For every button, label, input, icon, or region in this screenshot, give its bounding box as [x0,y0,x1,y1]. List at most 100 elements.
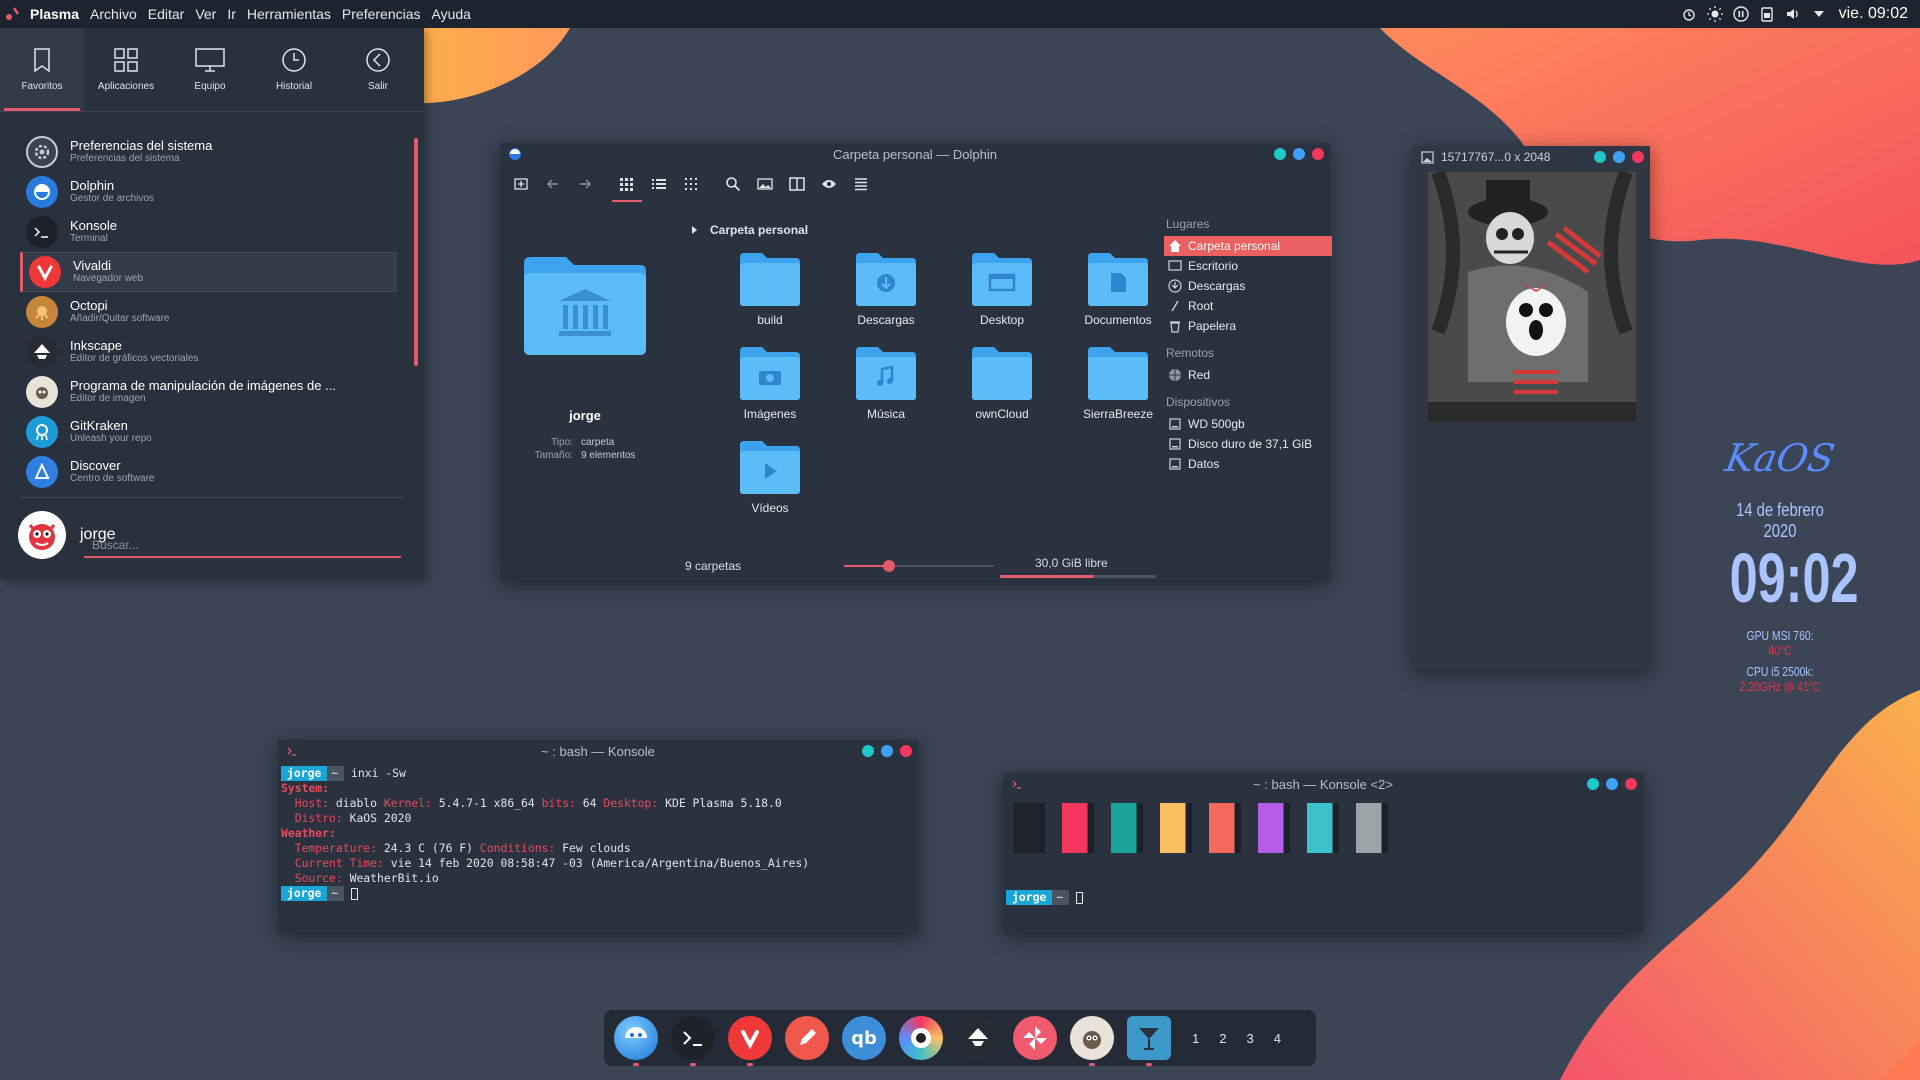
close-button[interactable] [1312,148,1324,160]
close-button[interactable] [1625,778,1637,790]
alarm-icon[interactable] [1681,6,1697,22]
maximize-button[interactable] [1613,151,1625,163]
desktop-1-button[interactable]: 1 [1192,1031,1199,1046]
folder-item[interactable]: Documentos [1060,251,1176,345]
output-value: 64 [575,796,604,810]
hamburger-menu-icon[interactable] [852,175,870,193]
vivaldi-icon[interactable] [728,1016,772,1066]
folder-item[interactable]: Descargas [828,251,944,345]
launcher-item-gitkraken[interactable]: GitKraken Unleash your repo [20,412,396,452]
launcher-item-inkscape[interactable]: Inkscape Editor de gráficos vectoriales [20,332,396,372]
zoom-slider[interactable] [844,559,994,573]
minimize-button[interactable] [1274,148,1286,160]
chevron-down-icon[interactable] [1811,6,1827,22]
icons-view-icon[interactable] [612,175,642,202]
minimize-button[interactable] [1587,778,1599,790]
preview-icon[interactable] [756,175,774,193]
device-disco[interactable]: Disco duro de 37,1 GiB [1164,434,1332,454]
breadcrumb[interactable]: Carpeta personal [690,223,808,237]
tab-equipo[interactable]: Equipo [168,28,252,111]
terminal-output[interactable]: jorge ~ [1003,886,1086,909]
compact-view-icon[interactable] [682,175,700,193]
close-button[interactable] [1632,151,1644,163]
dolphin-icon[interactable] [614,1016,658,1066]
maximize-button[interactable] [881,745,893,757]
folder-item[interactable]: SierraBreeze [1060,345,1176,439]
launcher-item-gimp[interactable]: Programa de manipulación de imágenes de … [20,372,396,412]
search-icon[interactable] [724,175,742,193]
details-view-icon[interactable] [650,175,668,193]
search-input[interactable]: Buscar... [84,538,401,558]
launcher-scrollbar[interactable] [414,138,418,366]
menu-plasma[interactable]: Plasma [30,6,79,22]
back-icon[interactable] [544,175,562,193]
split-view-icon[interactable] [788,175,806,193]
menu-ayuda[interactable]: Ayuda [432,6,471,22]
menu-ir[interactable]: Ir [227,6,236,22]
tab-favoritos[interactable]: Favoritos [0,28,84,111]
terminal-output[interactable]: jorge ~ inxi -Sw System: Host: diablo Ker… [278,762,918,905]
konsole-icon[interactable] [671,1016,715,1066]
menu-ver[interactable]: Ver [195,6,216,22]
tab-salir[interactable]: Salir [336,28,420,111]
window-titlebar[interactable]: 15717767...0 x 2048 [1413,146,1650,168]
place-root[interactable]: Root [1164,296,1332,316]
menu-preferencias[interactable]: Preferencias [342,6,421,22]
launcher-item-octopi[interactable]: Octopi Añadir/Quitar software [20,292,396,332]
minimize-button[interactable] [862,745,874,757]
close-button[interactable] [900,745,912,757]
camera-icon[interactable] [899,1016,943,1060]
tab-historial[interactable]: Historial [252,28,336,111]
plasma-logo-icon[interactable] [4,5,22,23]
folder-item[interactable]: Desktop [944,251,1060,345]
device-datos[interactable]: Datos [1164,454,1332,474]
volume-icon[interactable] [1785,6,1801,22]
place-descargas[interactable]: Descargas [1164,276,1332,296]
folder-item[interactable]: build [712,251,828,345]
place-red[interactable]: Red [1164,365,1332,385]
brightness-icon[interactable] [1706,6,1723,22]
maximize-button[interactable] [1293,148,1305,160]
desktop-3-button[interactable]: 3 [1246,1031,1253,1046]
gimp-icon[interactable] [1070,1016,1114,1066]
clipboard-icon[interactable] [1759,6,1775,22]
kaos-pinwheel-icon[interactable] [1013,1016,1057,1060]
menu-editar[interactable]: Editar [148,6,185,22]
new-tab-icon[interactable] [512,175,530,193]
folder-item[interactable]: ownCloud [944,345,1060,439]
item-name: GitKraken [70,418,128,433]
minimize-button[interactable] [1594,151,1606,163]
qbittorrent-icon[interactable]: qb [842,1016,886,1060]
desktop-4-button[interactable]: 4 [1274,1031,1281,1046]
launcher-item-vivaldi[interactable]: Vivaldi Navegador web [20,252,396,292]
launcher-item-konsole[interactable]: Konsole Terminal [20,212,396,252]
launcher-item-discover[interactable]: Discover Centro de software [20,452,396,492]
menu-archivo[interactable]: Archivo [90,6,137,22]
maximize-button[interactable] [1606,778,1618,790]
place-escritorio[interactable]: Escritorio [1164,256,1332,276]
window-titlebar[interactable]: ~ : bash — Konsole [278,740,918,762]
folder-item[interactable]: Imágenes [712,345,828,439]
desktop-2-button[interactable]: 2 [1219,1031,1226,1046]
window-titlebar[interactable]: Carpeta personal — Dolphin [500,143,1330,165]
show-hidden-icon[interactable] [820,175,838,193]
panel-clock[interactable]: vie. 09:02 [1839,5,1908,23]
device-wd[interactable]: WD 500gb [1164,414,1332,434]
launcher-item-dolphin[interactable]: Dolphin Gestor de archivos [20,172,396,212]
inkscape-icon[interactable] [956,1016,1000,1060]
forward-icon[interactable] [576,175,594,193]
avatar[interactable] [18,511,66,559]
tab-aplicaciones[interactable]: Aplicaciones [84,28,168,111]
launcher-item-preferencias[interactable]: Preferencias del sistema Preferencias del… [20,132,396,172]
folder-item[interactable]: Vídeos [712,439,828,533]
folder-name: jorge [569,408,601,423]
media-pause-icon[interactable] [1732,6,1749,22]
window-titlebar[interactable]: ~ : bash — Konsole <2> [1003,773,1643,795]
folder-item[interactable]: Música [828,345,944,439]
place-papelera[interactable]: Papelera [1164,316,1332,336]
kate-icon[interactable] [785,1016,829,1060]
slider-handle[interactable] [883,560,895,572]
menu-herramientas[interactable]: Herramientas [247,6,331,22]
place-carpeta-personal[interactable]: Carpeta personal [1164,236,1332,256]
cocktail-icon[interactable] [1127,1016,1171,1066]
